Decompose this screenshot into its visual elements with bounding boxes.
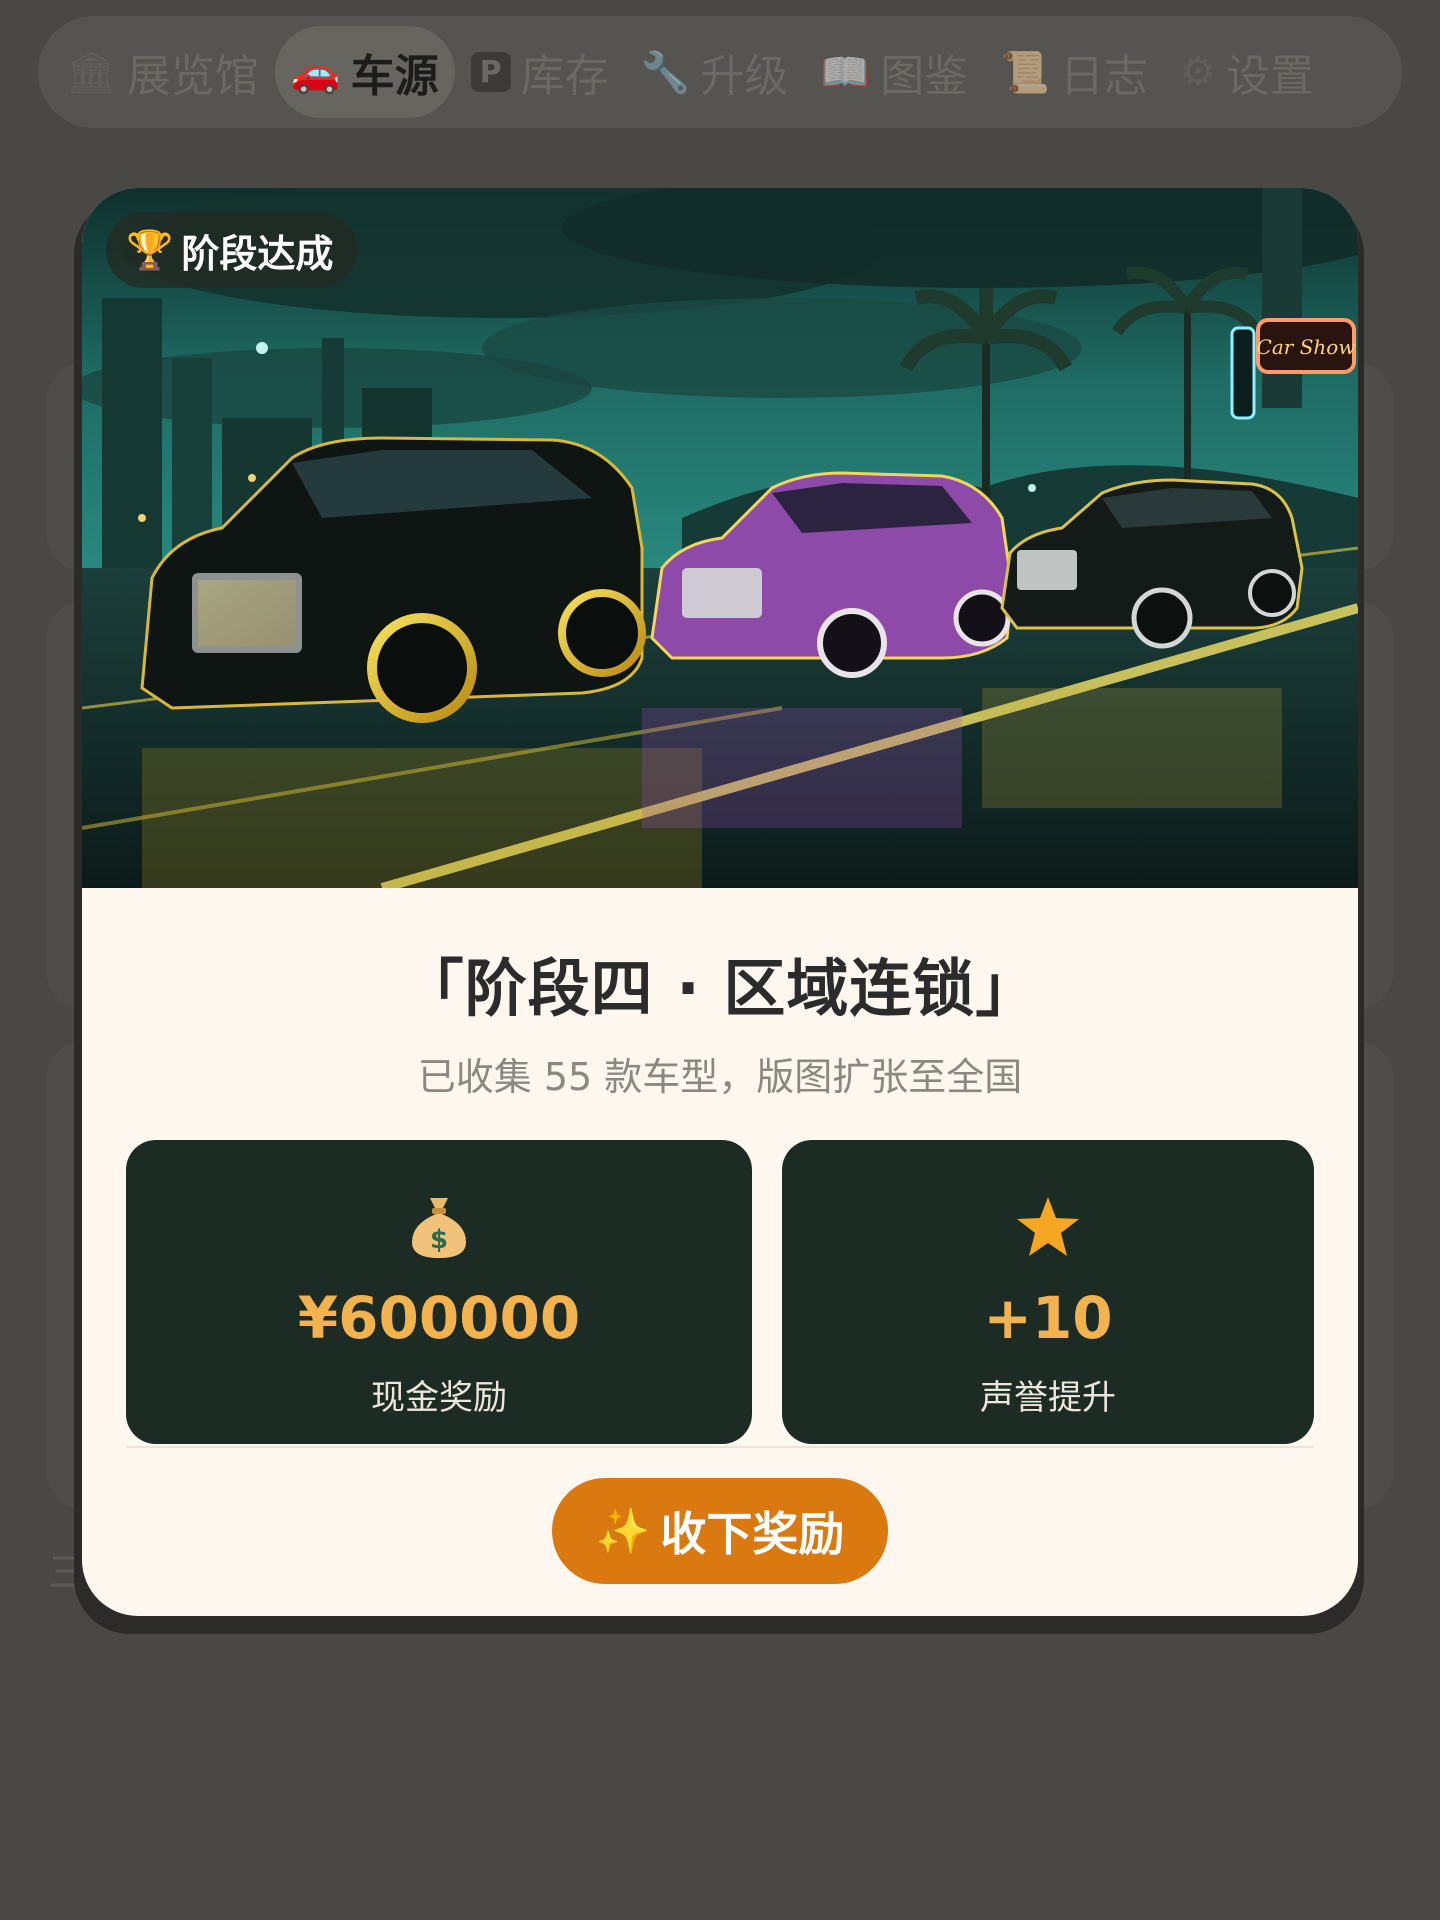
car-icon: 🚗 bbox=[290, 49, 341, 96]
modal-title: 「阶段四 · 区域连锁」 bbox=[401, 952, 1039, 1025]
stage-achieved-label: 阶段达成 bbox=[181, 231, 334, 276]
hero-neon-sign: Car Show bbox=[1257, 335, 1356, 359]
parking-icon: P bbox=[470, 52, 511, 92]
stage-complete-modal: Car Show 🏆 阶段达成 「阶段四 · 区域连锁」 已收集 55 款车型，… bbox=[82, 188, 1358, 1616]
nav-tab-upgrade[interactable]: 🔧 升级 bbox=[625, 26, 805, 118]
reputation-reward-label: 声誉提升 bbox=[980, 1378, 1116, 1418]
nav-tab-catalog[interactable]: 📖 图鉴 bbox=[804, 26, 984, 118]
divider bbox=[126, 1446, 1314, 1448]
reputation-reward-value: +10 bbox=[983, 1284, 1113, 1352]
claim-reward-label: 收下奖励 bbox=[660, 1507, 845, 1561]
wrench-icon: 🔧 bbox=[640, 49, 691, 96]
hero-illustration: Car Show bbox=[82, 188, 1358, 888]
nav-tab-log[interactable]: 📜 日志 bbox=[984, 26, 1164, 118]
svg-text:$: $ bbox=[430, 1225, 448, 1255]
money-bag-icon: $ bbox=[408, 1192, 470, 1262]
nav-tab-label: 日志 bbox=[1060, 51, 1149, 102]
nav-tab-car-source[interactable]: 🚗 车源 bbox=[274, 26, 455, 118]
nav-tab-label: 图鉴 bbox=[880, 51, 969, 102]
gear-icon: ⚙ bbox=[1180, 49, 1216, 95]
modal-subtitle: 已收集 55 款车型，版图扩张至全国 bbox=[417, 1055, 1023, 1099]
star-icon bbox=[1015, 1192, 1081, 1262]
stage-achieved-badge: 🏆 阶段达成 bbox=[106, 212, 358, 288]
nav-tab-label: 车源 bbox=[350, 51, 439, 102]
cash-reward-label: 现金奖励 bbox=[371, 1378, 507, 1418]
sparkle-icon: ✨ bbox=[595, 1506, 651, 1557]
reward-card-reputation: +10 声誉提升 bbox=[782, 1140, 1314, 1444]
nav-tab-label: 升级 bbox=[700, 51, 789, 102]
hero-image: Car Show 🏆 阶段达成 bbox=[82, 188, 1358, 888]
top-nav: 🏛 展览馆 🚗 车源 P 库存 🔧 升级 📖 图鉴 📜 日志 ⚙ 设置 bbox=[38, 16, 1402, 128]
claim-reward-button[interactable]: ✨ 收下奖励 bbox=[552, 1478, 888, 1584]
nav-tab-museum[interactable]: 🏛 展览馆 bbox=[50, 26, 275, 118]
nav-tab-label: 库存 bbox=[520, 51, 609, 102]
reward-card-cash: $ ¥600000 现金奖励 bbox=[126, 1140, 752, 1444]
nav-tab-inventory[interactable]: P 库存 bbox=[455, 26, 625, 118]
nav-tab-label: 设置 bbox=[1225, 51, 1314, 102]
nav-tab-label: 展览馆 bbox=[126, 51, 259, 102]
trophy-icon: 🏆 bbox=[126, 227, 174, 272]
book-icon: 📖 bbox=[820, 49, 871, 96]
museum-icon: 🏛 bbox=[66, 49, 117, 96]
scroll-icon: 📜 bbox=[1000, 49, 1051, 96]
nav-tab-settings[interactable]: ⚙ 设置 bbox=[1164, 26, 1330, 118]
cash-reward-value: ¥600000 bbox=[297, 1284, 581, 1352]
